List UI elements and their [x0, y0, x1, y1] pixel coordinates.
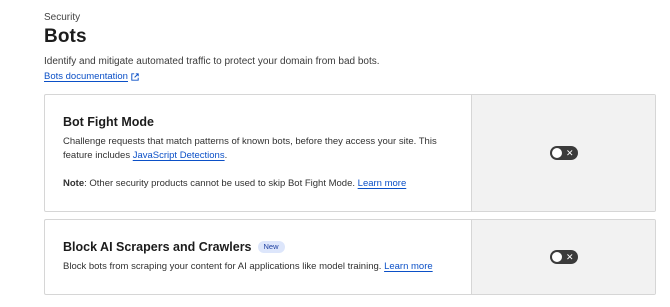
bot-fight-mode-content: Bot Fight Mode Challenge requests that m… [45, 95, 471, 211]
new-badge: New [257, 241, 285, 253]
note-text: : Other security products cannot be used… [84, 178, 358, 189]
block-ai-scrapers-learn-more-link[interactable]: Learn more [384, 261, 433, 272]
bot-fight-mode-title-text: Bot Fight Mode [63, 115, 154, 129]
page-subtitle: Identify and mitigate automated traffic … [44, 56, 380, 67]
block-ai-scrapers-description: Block bots from scraping your content fo… [63, 260, 463, 274]
block-ai-scrapers-title: Block AI Scrapers and Crawlers New [63, 240, 285, 254]
javascript-detections-link[interactable]: JavaScript Detections [133, 150, 225, 161]
bot-fight-mode-desc-line1: Challenge requests that match patterns o… [63, 136, 437, 147]
toggle-knob [551, 148, 562, 158]
bot-fight-mode-toggle-panel: ✕ [471, 95, 655, 211]
block-ai-scrapers-title-text: Block AI Scrapers and Crawlers [63, 240, 252, 254]
block-ai-scrapers-desc-text: Block bots from scraping your content fo… [63, 261, 385, 272]
note-label: Note [63, 178, 85, 189]
block-ai-scrapers-content: Block AI Scrapers and Crawlers New Block… [45, 220, 471, 294]
bot-fight-mode-desc-prefix: feature includes [63, 150, 133, 161]
block-ai-scrapers-toggle[interactable]: ✕ [549, 250, 578, 264]
external-link-icon [131, 72, 139, 81]
bot-fight-mode-note: Note: Other security products cannot be … [63, 177, 463, 191]
bot-fight-mode-toggle[interactable]: ✕ [549, 146, 578, 160]
close-icon: ✕ [565, 251, 574, 262]
page-title: Bots [44, 26, 87, 47]
bot-fight-mode-description: Challenge requests that match patterns o… [63, 135, 463, 163]
block-ai-scrapers-toggle-panel: ✕ [471, 220, 655, 294]
bots-documentation-label: Bots documentation [44, 71, 128, 82]
close-icon: ✕ [565, 147, 574, 158]
bot-fight-mode-learn-more-link[interactable]: Learn more [358, 178, 407, 189]
block-ai-scrapers-card: Block AI Scrapers and Crawlers New Block… [44, 219, 656, 295]
bot-fight-mode-desc-suffix: . [224, 150, 228, 161]
bot-fight-mode-card: Bot Fight Mode Challenge requests that m… [44, 94, 656, 212]
bot-fight-mode-title: Bot Fight Mode [63, 115, 154, 129]
toggle-knob [551, 252, 562, 262]
bots-documentation-link[interactable]: Bots documentation [44, 71, 139, 82]
breadcrumb: Security [44, 12, 81, 23]
